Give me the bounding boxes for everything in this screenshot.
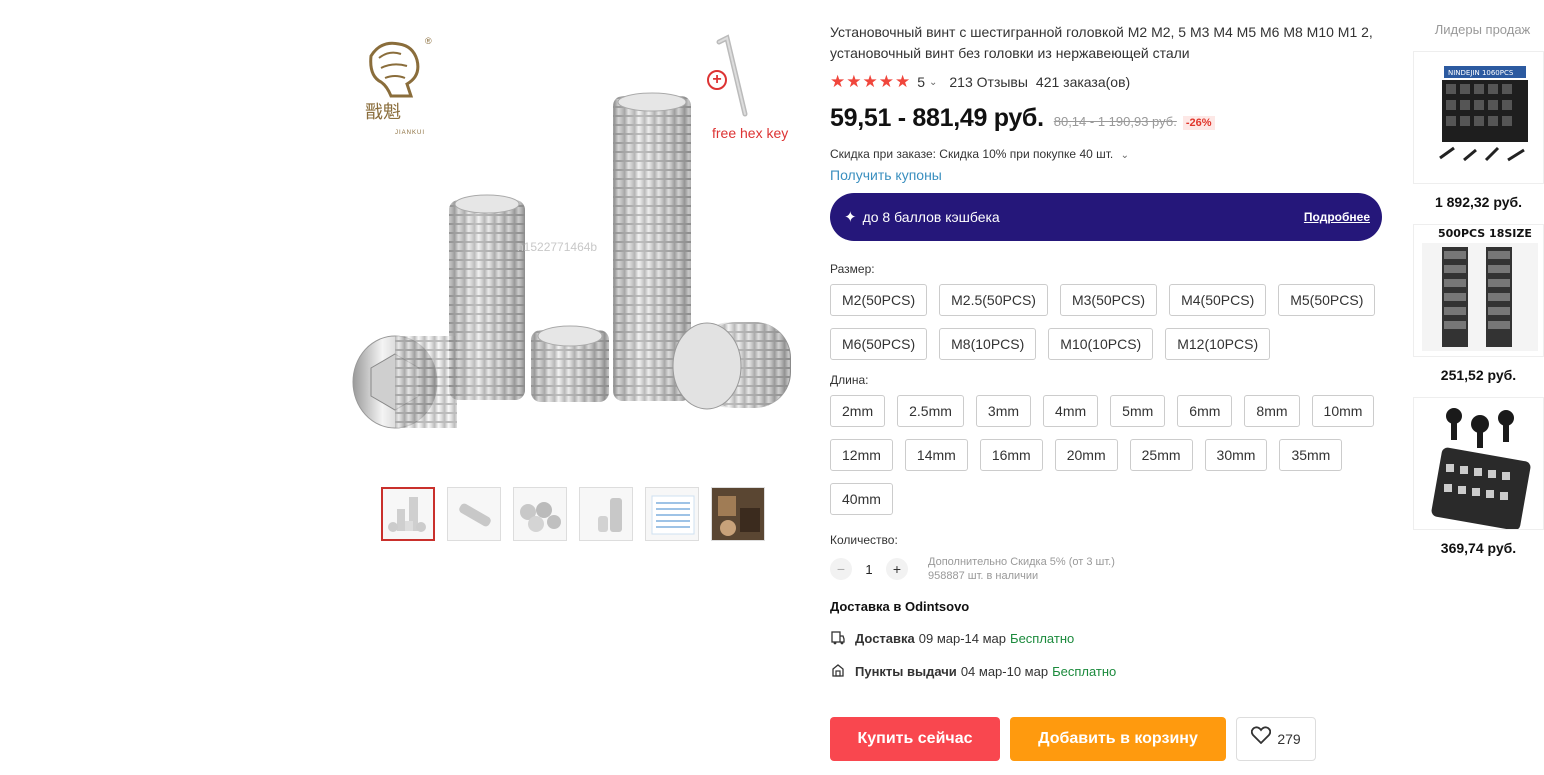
length-option[interactable]: 16mm — [979, 439, 1043, 471]
length-option[interactable]: 25mm — [1129, 439, 1193, 471]
length-option[interactable]: 14mm — [904, 439, 968, 471]
bestseller-price: 1 892,32 руб. — [1434, 194, 1523, 210]
buy-now-button[interactable]: Купить сейчас — [830, 717, 1000, 761]
size-option[interactable]: M8(10PCS) — [939, 328, 1037, 360]
cashback-icon: ✦ — [844, 209, 857, 226]
reviews-link[interactable]: 213 Отзывы — [949, 74, 1028, 90]
quantity-stepper: − 1 + Дополнительно Скидка 5% (от 3 шт.)… — [830, 555, 1385, 583]
bestseller-image[interactable]: 500PCS 18SIZE — [1413, 224, 1544, 357]
discount-badge: -26% — [1182, 116, 1215, 130]
action-buttons: Купить сейчас Добавить в корзину 279 — [830, 717, 1316, 761]
bestseller-price: 251,52 руб. — [1440, 367, 1517, 383]
screws-illustration — [352, 92, 791, 429]
current-price: 59,51 - 881,49 руб. — [830, 104, 1044, 132]
order-discount-text: Скидка при заказе: Скидка 10% при покупк… — [830, 147, 1114, 161]
pickup-delivery-row: Пункты выдачи 04 мар-10 мар Бесплатно — [830, 663, 1385, 679]
add-to-cart-button[interactable]: Добавить в корзину — [1010, 717, 1226, 761]
pickup-name: Пункты выдачи — [855, 663, 957, 679]
length-options: 2mm 2.5mm 3mm 4mm 5mm 6mm 8mm 10mm 12mm 14mm 16mm 2… — [830, 395, 1385, 515]
order-discount[interactable]: Скидка при заказе: Скидка 10% при покупк… — [830, 147, 1385, 161]
courier-dates: 09 мар-14 мар — [918, 630, 1007, 646]
delivery-truck-icon — [830, 630, 846, 646]
courier-delivery-row: Доставка 09 мар-14 мар Бесплатно — [830, 630, 1385, 646]
rating-value[interactable]: 5 — [917, 74, 925, 90]
size-option[interactable]: M12(10PCS) — [1165, 328, 1271, 360]
wishlist-count: 279 — [1277, 731, 1301, 747]
thumbnail-4[interactable] — [579, 487, 633, 541]
rating-row: ★★★★★ 5 ⌄ 213 Отзывы 421 заказа(ов) — [830, 72, 1385, 92]
delivery-title[interactable]: Доставка в Odintsovo — [830, 599, 1385, 614]
quantity-label: Количество: — [830, 533, 898, 547]
product-title: Установочный винт с шестигранной головко… — [830, 24, 1373, 61]
pickup-price: Бесплатно — [1052, 663, 1117, 679]
size-option[interactable]: M6(50PCS) — [830, 328, 928, 360]
length-option[interactable]: 5mm — [1110, 395, 1166, 427]
heart-icon — [1251, 717, 1272, 761]
bestseller-card[interactable]: 500PCS 18SIZE 251,52 руб. — [1413, 224, 1544, 383]
pickup-dates: 04 мар-10 мар — [960, 663, 1049, 679]
thumbnail-6[interactable] — [711, 487, 765, 541]
bestseller-card[interactable]: NINDEJIN 1060PCS 1 892,32 руб. — [1413, 51, 1544, 210]
length-option[interactable]: 30mm — [1204, 439, 1268, 471]
orders-count: 421 заказа(ов) — [1035, 74, 1131, 90]
courier-price: Бесплатно — [1010, 630, 1075, 646]
bulk-discount-note: Дополнительно Скидка 5% (от 3 шт.) — [928, 556, 1115, 568]
bestseller-card[interactable]: 369,74 руб. — [1413, 397, 1544, 556]
size-option[interactable]: M2(50PCS) — [830, 284, 928, 316]
cashback-banner[interactable]: ✦ до 8 баллов кэшбека Подробнее — [830, 193, 1382, 241]
wishlist-button[interactable]: 279 — [1236, 717, 1316, 761]
chevron-down-icon: ⌄ — [1120, 150, 1129, 161]
quantity-plus-button[interactable]: + — [886, 558, 908, 580]
quantity-minus-button[interactable]: − — [830, 558, 852, 580]
length-option[interactable]: 40mm — [830, 483, 893, 515]
pickup-point-icon — [830, 663, 846, 679]
stock-note: 958887 шт. в наличии — [928, 570, 1039, 582]
thumbnail-2[interactable] — [447, 487, 501, 541]
bestseller-image[interactable] — [1413, 397, 1544, 530]
svg-text:NINDEJIN 1060PCS: NINDEJIN 1060PCS — [1448, 69, 1514, 77]
old-price: 80,14 - 1 190,93 руб. — [1053, 114, 1177, 129]
length-option[interactable]: 12mm — [830, 439, 893, 471]
length-option[interactable]: 3mm — [975, 395, 1032, 427]
length-option[interactable]: 20mm — [1054, 439, 1118, 471]
size-option[interactable]: M10(10PCS) — [1048, 328, 1154, 360]
thumbnail-strip — [381, 487, 765, 541]
bestsellers-sidebar: Лидеры продаж NINDEJIN 1060PCS 1 892,32 … — [1413, 22, 1544, 556]
length-option[interactable]: 10mm — [1311, 395, 1375, 427]
length-option[interactable]: 6mm — [1177, 395, 1233, 427]
length-option[interactable]: 4mm — [1043, 395, 1099, 427]
svg-text:500PCS 18SIZE: 500PCS 18SIZE — [1438, 227, 1532, 240]
courier-name: Доставка — [855, 630, 915, 646]
size-label: Размер: — [830, 262, 875, 276]
get-coupons-link[interactable]: Получить купоны — [830, 167, 942, 183]
rating-stars-icon: ★★★★★ — [830, 72, 912, 91]
length-option[interactable]: 35mm — [1279, 439, 1343, 471]
size-option[interactable]: M3(50PCS) — [1059, 284, 1158, 316]
bestseller-image[interactable]: NINDEJIN 1060PCS — [1413, 51, 1544, 184]
length-option[interactable]: 8mm — [1244, 395, 1300, 427]
product-info: Установочный винт с шестигранной головко… — [830, 22, 1385, 679]
length-option[interactable]: 2mm — [830, 395, 886, 427]
bestseller-price: 369,74 руб. — [1440, 540, 1517, 556]
cashback-more-link[interactable]: Подробнее — [1304, 210, 1370, 224]
size-option[interactable]: M5(50PCS) — [1278, 284, 1376, 316]
size-options: M2(50PCS) M2.5(50PCS) M3(50PCS) M4(50PCS) M5… — [830, 284, 1385, 360]
brand-registered-mark: ® — [425, 36, 432, 46]
main-product-image[interactable]: 戬魁 ® JIANKUI + free hex key n1522771464b — [345, 22, 800, 462]
length-label: Длина: — [830, 373, 869, 387]
size-option[interactable]: M4(50PCS) — [1169, 284, 1267, 316]
thumbnail-1[interactable] — [381, 487, 435, 541]
length-option[interactable]: 2.5mm — [897, 395, 964, 427]
quantity-value[interactable]: 1 — [852, 562, 886, 577]
cashback-text: до 8 баллов кэшбека — [862, 209, 1000, 225]
thumbnail-5[interactable] — [645, 487, 699, 541]
price-row: 59,51 - 881,49 руб. 80,14 - 1 190,93 руб… — [830, 104, 1385, 133]
size-option[interactable]: M2.5(50PCS) — [939, 284, 1048, 316]
chevron-down-icon[interactable]: ⌄ — [929, 77, 937, 88]
quantity-note: Дополнительно Скидка 5% (от 3 шт.) 95888… — [928, 555, 1115, 583]
bestsellers-title: Лидеры продаж — [1434, 22, 1531, 37]
thumbnail-3[interactable] — [513, 487, 567, 541]
image-watermark: n1522771464b — [517, 240, 598, 254]
